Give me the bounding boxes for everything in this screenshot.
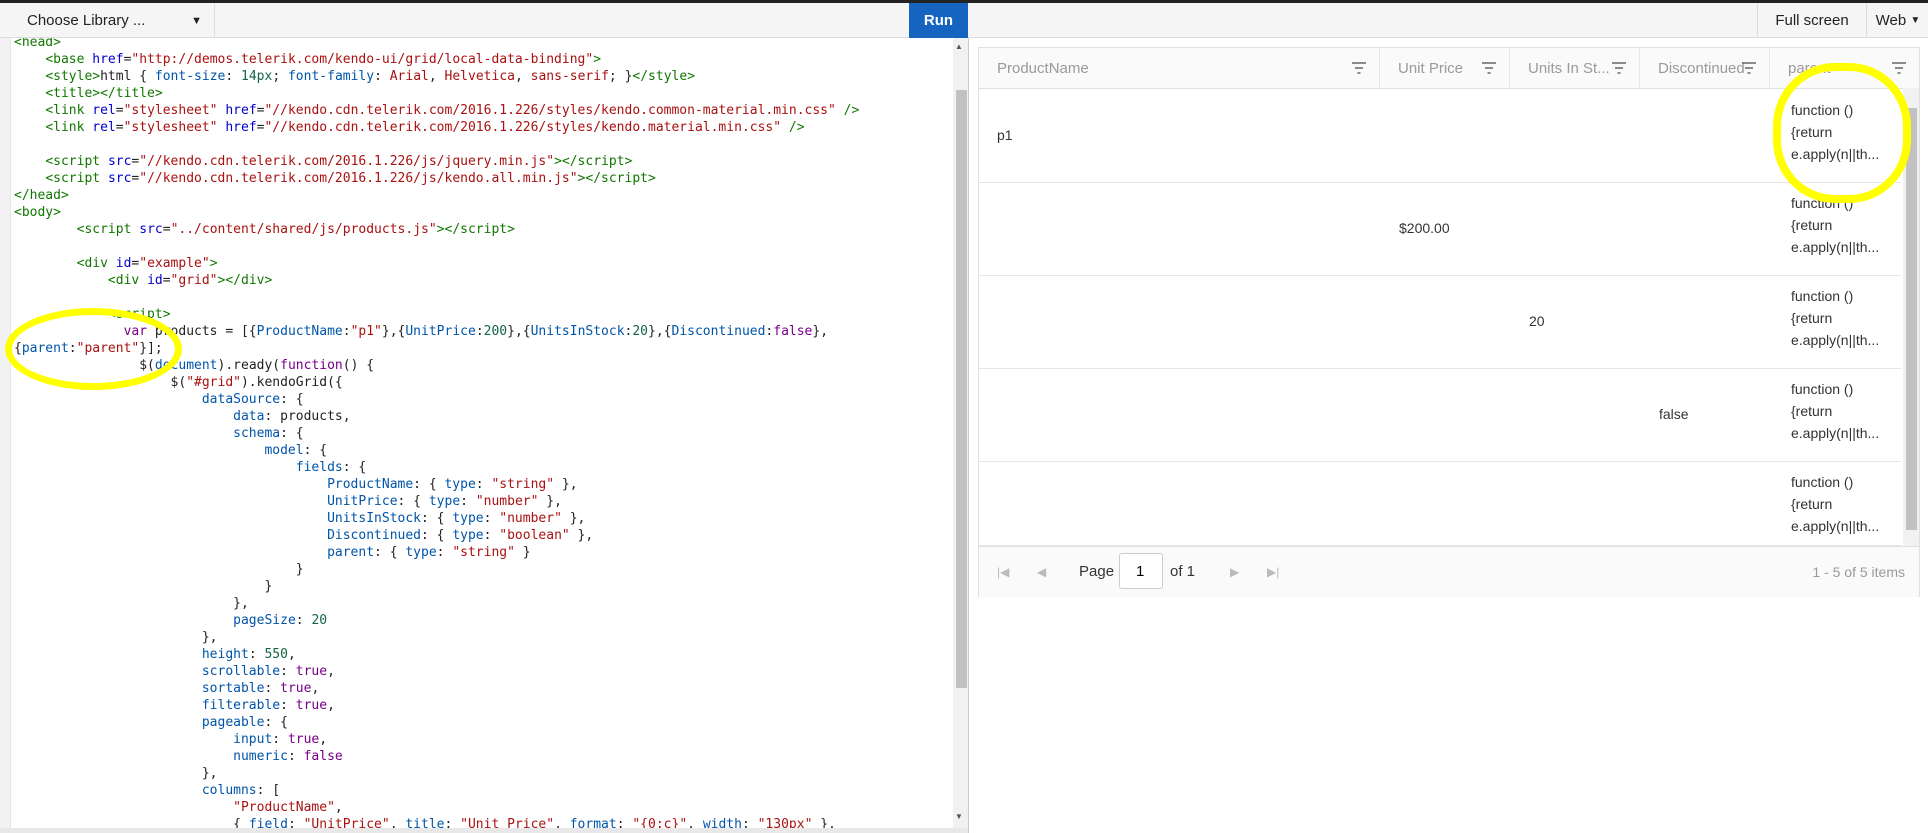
column-header-unitprice[interactable]: Unit Price [1380,48,1510,88]
column-header-productname[interactable]: ProductName [979,48,1380,88]
parent-line: e.apply(n||th... [1791,332,1880,348]
grid-header: ProductName Unit Price Units In St... Di… [979,48,1919,89]
table-row[interactable]: 20 function () {return e.apply(n||th... [979,275,1901,369]
filter-icon[interactable] [1481,60,1497,76]
column-title: ProductName [997,59,1089,77]
web-label: Web [1875,12,1907,29]
page-label: Page [1079,563,1115,580]
parent-line: {return [1791,496,1833,512]
filter-icon[interactable] [1611,60,1627,76]
parent-line: function () [1791,288,1854,304]
pane-divider[interactable] [968,38,969,833]
chevron-down-icon: ▼ [1910,15,1921,26]
editor-scroll-thumb[interactable] [956,90,967,688]
grid-pager: |◀ ◀ Page of 1 ▶ ▶| 1 - 5 of 5 items [979,546,1919,597]
pager-info: 1 - 5 of 5 items [1812,564,1905,580]
parent-line: function () [1791,474,1854,490]
toolbar: Choose Library ... ▼ Run Full screen Web… [0,3,1928,38]
parent-line: {return [1791,403,1833,419]
code-editor[interactable]: <head> <base href="http://demos.telerik.… [0,38,968,833]
cell-unitsinstock: 20 [1529,313,1545,329]
last-page-icon[interactable]: ▶| [1267,565,1279,579]
column-title: Unit Price [1398,59,1464,77]
scroll-down-icon[interactable]: ▼ [955,812,963,821]
table-row[interactable]: function () {return e.apply(n||th... [979,461,1901,546]
table-row[interactable]: $200.00 function () {return e.apply(n||t… [979,182,1901,276]
page-input[interactable] [1119,553,1163,589]
column-title: Units In St... [1528,59,1610,77]
editor-gutter [0,38,11,833]
prev-page-icon[interactable]: ◀ [1037,565,1046,579]
full-screen-button[interactable]: Full screen [1757,3,1866,38]
column-header-discontinued[interactable]: Discontinued [1640,48,1770,88]
editor-horizontal-scrollbar[interactable] [0,828,968,833]
chevron-down-icon: ▼ [191,14,202,27]
cell-discontinued: false [1659,406,1689,422]
filter-icon[interactable] [1741,60,1757,76]
web-dropdown[interactable]: Web ▼ [1866,3,1928,38]
table-row[interactable]: p1 function () {return e.apply(n||th... [979,89,1901,183]
choose-library-dropdown[interactable]: Choose Library ... ▼ [10,3,215,38]
run-button[interactable]: Run [909,3,968,38]
column-header-unitsinstock[interactable]: Units In St... [1510,48,1640,88]
filter-icon[interactable] [1891,60,1907,76]
cell-productname: p1 [997,127,1013,143]
next-page-icon[interactable]: ▶ [1230,565,1239,579]
cell-parent: function () {return e.apply(n||th... [1791,285,1879,351]
parent-line: e.apply(n||th... [1791,239,1880,255]
code-text[interactable]: <head> <base href="http://demos.telerik.… [14,38,859,833]
grid-scroll-thumb[interactable] [1906,108,1917,530]
table-row[interactable]: false function () {return e.apply(n||th.… [979,368,1901,462]
highlight-circle-code [5,308,182,390]
parent-line: function () [1791,381,1854,397]
cell-unitprice: $200.00 [1399,220,1450,236]
cell-parent: function () {return e.apply(n||th... [1791,378,1879,444]
column-title: Discontinued [1658,59,1745,77]
scroll-up-icon[interactable]: ▲ [955,42,963,51]
choose-library-label: Choose Library ... [27,12,146,29]
first-page-icon[interactable]: |◀ [997,565,1009,579]
page-of-label: of 1 [1170,563,1196,580]
parent-line: e.apply(n||th... [1791,518,1880,534]
cell-parent: function () {return e.apply(n||th... [1791,471,1879,537]
filter-icon[interactable] [1351,60,1367,76]
parent-line: e.apply(n||th... [1791,425,1880,441]
parent-line: {return [1791,217,1833,233]
highlight-circle-parent [1773,63,1911,203]
parent-line: {return [1791,310,1833,326]
